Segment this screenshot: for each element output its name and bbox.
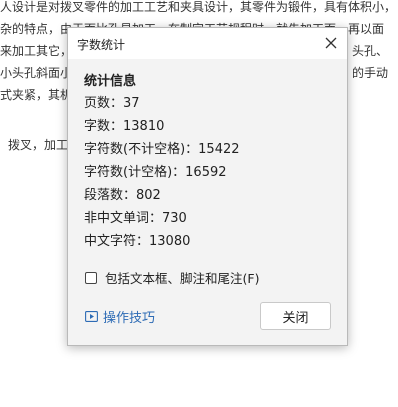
tips-link[interactable]: 操作技巧 <box>85 307 155 326</box>
stat-label: 段落数： <box>84 188 137 203</box>
stat-value: 802 <box>136 188 161 203</box>
stat-words: 字数：13810 <box>84 115 164 134</box>
document-line: 人设计是对拨叉零件的加工工艺和夹具设计，其零件为锻件，具有体积小， <box>0 0 397 14</box>
document-line-fragment: 的手动 <box>352 66 389 80</box>
checkbox-label: 包括文本框、脚注和尾注(F) <box>105 271 260 286</box>
document-line: 式夹紧，其机 <box>0 88 73 102</box>
stat-value: 13080 <box>149 234 191 249</box>
close-icon[interactable] <box>319 32 343 54</box>
stats-heading: 统计信息 <box>84 74 137 89</box>
stat-chars-with-spaces: 字符数(计空格)：16592 <box>84 161 227 180</box>
stat-label: 字符数(不计空格)： <box>84 142 199 157</box>
stat-value: 13810 <box>123 119 165 134</box>
dialog-title-bar[interactable]: 字数统计 <box>68 28 347 59</box>
document-line: 拨叉，加工 <box>8 138 69 152</box>
checkbox-box[interactable] <box>85 271 97 284</box>
stat-label: 字符数(计空格)： <box>84 165 186 180</box>
stat-value: 15422 <box>198 142 240 157</box>
stat-pages: 页数：37 <box>84 92 140 111</box>
stat-label: 中文字符： <box>84 234 150 249</box>
stat-label: 字数： <box>84 119 124 134</box>
include-textbox-footnotes-checkbox[interactable]: 包括文本框、脚注和尾注(F) <box>85 268 259 287</box>
document-line-fragment: 头孔、 <box>352 44 389 58</box>
stat-paragraphs: 段落数：802 <box>84 184 161 203</box>
stat-chinese-chars: 中文字符：13080 <box>84 230 190 249</box>
stat-value: 730 <box>162 211 187 226</box>
document-line: 来加工其它， <box>0 44 73 58</box>
close-button[interactable]: 关闭 <box>260 302 331 330</box>
video-tips-icon <box>85 311 98 322</box>
document-line: 小头孔斜面小 <box>0 66 73 80</box>
stat-chars-no-spaces: 字符数(不计空格)：15422 <box>84 138 240 157</box>
stat-value: 16592 <box>185 165 227 180</box>
stat-label: 非中文单词： <box>84 211 163 226</box>
dialog-title: 字数统计 <box>77 38 126 52</box>
stat-value: 37 <box>123 96 140 111</box>
tips-link-label: 操作技巧 <box>103 311 156 326</box>
stat-non-chinese-words: 非中文单词：730 <box>84 207 187 226</box>
word-count-dialog: 字数统计 统计信息 页数：37 字数：13810 字符数(不计空格)：15422… <box>67 27 348 346</box>
stat-label: 页数： <box>84 96 124 111</box>
